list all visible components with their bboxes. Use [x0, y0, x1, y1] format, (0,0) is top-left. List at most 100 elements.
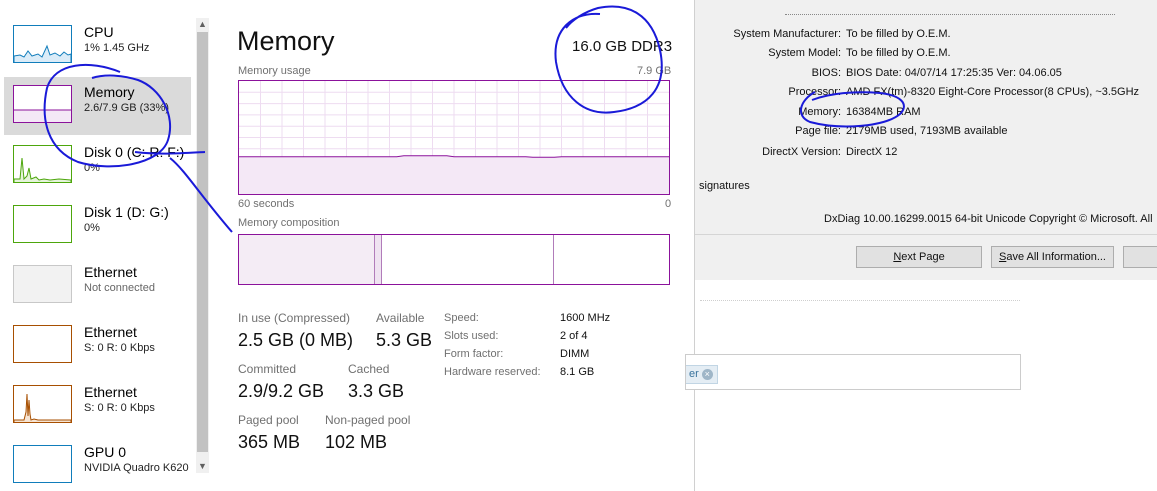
tags-input[interactable]: er ×: [685, 354, 1021, 390]
disk-graph-icon: [13, 205, 72, 243]
composition-label: Memory composition: [238, 217, 340, 229]
available-value: 5.3 GB: [376, 330, 433, 350]
dx-key: Processor:: [788, 86, 841, 98]
spec-key: Speed:: [444, 312, 479, 324]
committed-value: 2.9/9.2 GB: [238, 381, 325, 401]
sidebar-item-cpu[interactable]: CPU 1% 1.45 GHz: [4, 17, 191, 75]
sidebar-item-subtitle: 0%: [84, 222, 100, 234]
memory-graph-icon: [13, 85, 72, 123]
save-all-information-button[interactable]: Save All Information...: [991, 246, 1114, 268]
dx-key: DirectX Version:: [762, 146, 841, 158]
ethernet-graph-icon: [13, 385, 72, 423]
sidebar-item-title: CPU: [84, 24, 114, 40]
spec-value: 8.1 GB: [560, 366, 595, 378]
signatures-text: signatures: [699, 180, 750, 192]
dx-key: BIOS:: [811, 67, 841, 79]
sidebar-item-ethernet-2[interactable]: Ethernet S: 0 R: 0 Kbps: [4, 317, 191, 375]
dxdiag-top-edge: [785, 14, 1115, 15]
dxdiag-footer: DxDiag 10.00.16299.0015 64-bit Unicode C…: [824, 213, 1153, 225]
cpu-graph-icon: [13, 25, 72, 63]
composition-in-use[interactable]: [239, 235, 375, 284]
memory-total-spec: 16.0 GB DDR3: [572, 38, 673, 55]
page-title: Memory: [237, 26, 335, 56]
sidebar-item-title: Ethernet: [84, 264, 137, 280]
nonpaged-pool-value: 102 MB: [325, 432, 388, 452]
close-icon[interactable]: ×: [701, 368, 713, 380]
dx-value: To be filled by O.E.M.: [846, 47, 951, 59]
gpu-graph-icon: [13, 445, 72, 483]
sidebar-item-disk-1[interactable]: Disk 1 (D: G:) 0%: [4, 197, 191, 255]
sidebar-item-subtitle: 1% 1.45 GHz: [84, 42, 150, 54]
tag-label: er: [689, 368, 699, 380]
dx-value: 16384MB RAM: [846, 106, 921, 118]
memory-usage-plot: [239, 81, 669, 194]
dx-value: DirectX 12: [846, 146, 898, 158]
scroll-down-icon[interactable]: ▼: [196, 460, 209, 473]
performance-sidebar: CPU 1% 1.45 GHz Memory 2.6/7.9 GB (33%) …: [0, 0, 196, 491]
dx-value: AMD FX(tm)-8320 Eight-Core Processor: [846, 86, 1044, 98]
sidebar-item-memory[interactable]: Memory 2.6/7.9 GB (33%): [4, 77, 191, 135]
spec-value: 1600 MHz: [560, 312, 611, 324]
sidebar-item-title: Disk 0 (C: R: F:): [84, 144, 185, 160]
sidebar-item-ethernet-1[interactable]: Ethernet Not connected: [4, 257, 191, 315]
cached-label: Cached: [348, 362, 390, 376]
sidebar-item-title: GPU 0: [84, 444, 127, 460]
time-axis-left: 60 seconds: [238, 198, 295, 210]
sidebar-item-title: Ethernet: [84, 324, 137, 340]
disk-graph-icon: [13, 145, 72, 183]
dx-key: Memory:: [798, 106, 841, 118]
memory-usage-graph: [238, 80, 670, 195]
sidebar-item-ethernet-3[interactable]: Ethernet S: 0 R: 0 Kbps: [4, 377, 191, 435]
sidebar-item-subtitle: NVIDIA Quadro K620: [84, 462, 189, 474]
in-use-value: 2.5 GB (0 MB): [238, 330, 354, 350]
paged-pool-label: Paged pool: [238, 413, 299, 427]
spec-value: 2 of 4: [560, 330, 588, 342]
time-axis-right: 0: [665, 198, 672, 210]
sidebar-item-title: Disk 1 (D: G:): [84, 204, 169, 220]
dx-key: System Manufacturer:: [733, 28, 841, 40]
dx-key: System Model:: [768, 47, 841, 59]
usage-graph-max: 7.9 GB: [637, 65, 672, 77]
memory-panel: Memory 16.0 GB DDR3 Memory usage 7.9 GB …: [210, 0, 695, 491]
composition-modified[interactable]: [375, 235, 382, 284]
dxdiag-window: System Manufacturer: To be filled by O.E…: [695, 0, 1157, 280]
paged-pool-value: 365 MB: [238, 432, 301, 452]
ethernet-graph-icon: [13, 265, 72, 303]
nonpaged-pool-label: Non-paged pool: [325, 413, 411, 427]
spec-value: DIMM: [560, 348, 590, 360]
next-page-button[interactable]: Next Page: [856, 246, 982, 268]
sidebar-item-subtitle: 2.6/7.9 GB (33%): [84, 102, 169, 114]
composition-free[interactable]: [554, 235, 669, 284]
sidebar-item-title: Ethernet: [84, 384, 137, 400]
sidebar-item-subtitle: S: 0 R: 0 Kbps: [84, 402, 155, 414]
dxdiag-separator: [695, 234, 1157, 235]
spec-key: Form factor:: [444, 348, 504, 360]
dx-key: Page file:: [795, 125, 841, 137]
usage-graph-label: Memory usage: [238, 65, 311, 77]
sidebar-scrollbar[interactable]: ▲ ▼: [196, 18, 209, 473]
spec-key: Slots used:: [444, 330, 499, 342]
dx-value-extra: (8 CPUs), ~3.5GHz: [1044, 86, 1140, 98]
sidebar-item-subtitle: Not connected: [84, 282, 155, 294]
web-page-fragment: er ×: [685, 280, 1157, 491]
dx-value: 2179MB used, 7193MB available: [846, 125, 1008, 137]
sidebar-item-disk-0[interactable]: Disk 0 (C: R: F:) 0%: [4, 137, 191, 195]
spec-key: Hardware reserved:: [444, 366, 541, 378]
cached-value: 3.3 GB: [348, 381, 405, 401]
dx-value: BIOS Date: 04/07/14 17:25:35 Ver: 04.06.…: [846, 67, 1062, 79]
tag-chip[interactable]: er ×: [686, 365, 718, 384]
committed-label: Committed: [238, 362, 297, 376]
button-label: ext Page: [901, 251, 945, 263]
dx-value: To be filled by O.E.M.: [846, 28, 951, 40]
sidebar-item-subtitle: 0%: [84, 162, 100, 174]
sidebar-item-title: Memory: [84, 84, 135, 100]
scroll-thumb[interactable]: [197, 32, 208, 452]
in-use-label: In use (Compressed): [238, 311, 351, 325]
scroll-up-icon[interactable]: ▲: [196, 18, 209, 31]
exit-button[interactable]: [1123, 246, 1157, 268]
composition-standby[interactable]: [382, 235, 554, 284]
sidebar-item-gpu-0[interactable]: GPU 0 NVIDIA Quadro K620: [4, 437, 191, 491]
memory-composition-bar: [238, 234, 670, 285]
dotted-divider: [700, 300, 1020, 301]
sidebar-item-subtitle: S: 0 R: 0 Kbps: [84, 342, 155, 354]
